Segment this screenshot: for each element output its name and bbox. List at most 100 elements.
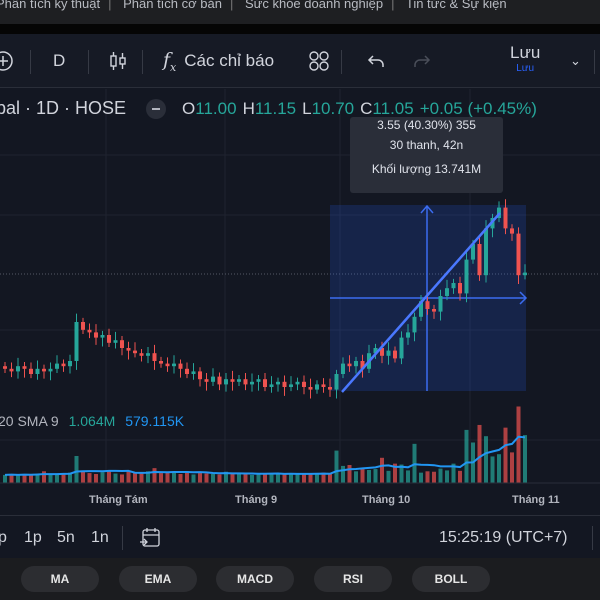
volume-bar (445, 470, 449, 483)
measure-volume: Khối lượng 13.741M (371, 162, 482, 176)
volume-bar (133, 472, 137, 483)
candle (139, 353, 144, 356)
volume-bar (211, 474, 215, 483)
candle (185, 368, 189, 374)
volume-bar (438, 468, 443, 483)
volume-bar (126, 471, 131, 483)
volume-bar (204, 473, 209, 483)
symbol-label[interactable]: bal · 1D · HOSE (0, 98, 126, 119)
volume-bar (198, 473, 202, 483)
candle-type-icon[interactable] (107, 34, 129, 88)
candle (35, 368, 40, 374)
candle (432, 309, 436, 312)
chart-canvas[interactable] (0, 89, 600, 515)
volume-bar (295, 474, 300, 483)
candle (29, 368, 33, 374)
candle (328, 387, 332, 390)
volume-bar (386, 470, 391, 483)
candle (516, 233, 521, 276)
volume-bar (165, 472, 170, 483)
go-to-date-icon[interactable] (138, 526, 162, 555)
volume-bar (152, 468, 157, 483)
range-button[interactable]: 5n (57, 529, 75, 547)
bottom-toolbar: p 1p 5n 1n 15:25:19 (UTC+7) (0, 515, 600, 558)
candle (237, 379, 241, 382)
volume-bar (87, 473, 92, 483)
candle (61, 363, 66, 367)
volume-bar (425, 471, 430, 483)
volume-bar (477, 424, 482, 483)
add-symbol-icon[interactable] (0, 34, 14, 88)
volume-bar (107, 471, 111, 483)
low-value: L10.70 (302, 98, 355, 118)
candle (55, 363, 59, 369)
candle (523, 272, 527, 276)
time-axis-label: Tháng 11 (512, 494, 560, 506)
candle (406, 332, 410, 338)
pill-rsi[interactable]: RSI (314, 566, 392, 592)
volume-sma-label: 20 SMA 9 (0, 413, 59, 429)
interval-button[interactable]: D (53, 34, 65, 88)
range-button[interactable]: p (0, 529, 7, 547)
nav-health[interactable]: Sức khỏe doanh nghiệp (245, 0, 383, 11)
save-button[interactable]: Lưu Lưu (510, 34, 540, 88)
candle (126, 348, 131, 351)
pill-macd[interactable]: MACD (216, 566, 294, 592)
candle (94, 332, 98, 338)
volume-bar (16, 475, 20, 483)
nav-technical[interactable]: Phân tích kỹ thuật (0, 0, 100, 11)
candle (152, 353, 157, 361)
templates-icon[interactable] (308, 34, 330, 88)
candle (412, 316, 417, 333)
nav-news[interactable]: Tin tức & Sự kiện (406, 0, 507, 11)
candle (81, 322, 85, 330)
clock[interactable]: 15:25:19 (UTC+7) (439, 529, 568, 547)
candle (211, 376, 215, 382)
volume-bar (74, 456, 79, 483)
chevron-down-icon[interactable]: ⌄ (570, 34, 581, 88)
function-icon: fx (163, 48, 177, 74)
candle (347, 363, 352, 367)
volume-bar (373, 469, 378, 483)
candle (204, 379, 209, 382)
indicators-button[interactable]: fx Các chỉ báo (163, 34, 274, 88)
candle (178, 363, 183, 369)
volume-bar (276, 474, 280, 483)
volume-bar (328, 474, 332, 483)
volume-bar (510, 452, 514, 483)
candle (9, 368, 14, 372)
candle (243, 379, 248, 385)
redo-icon[interactable] (412, 34, 432, 88)
candle (308, 387, 313, 390)
undo-icon[interactable] (366, 34, 386, 88)
open-value: O11.00 (182, 98, 237, 118)
change-value: +0.05 (+0.45%) (419, 98, 537, 118)
candle (172, 363, 176, 367)
nav-fundamental[interactable]: Phân tích cơ bản (123, 0, 222, 11)
candle (191, 371, 196, 374)
volume-bar (484, 436, 488, 483)
candle (256, 379, 261, 382)
pill-boll[interactable]: BOLL (412, 566, 490, 592)
volume-legend: 20 SMA 9 1.064M 579.115K (0, 413, 184, 429)
candle (399, 337, 404, 359)
candle (120, 340, 124, 348)
price-chart[interactable] (0, 89, 600, 515)
range-button[interactable]: 1n (91, 529, 109, 547)
pill-ema[interactable]: EMA (119, 566, 197, 592)
pill-ma[interactable]: MA (21, 566, 99, 592)
collapse-legend-icon[interactable] (146, 98, 167, 119)
volume-bar (237, 473, 241, 483)
volume-value: 1.064M (68, 413, 116, 429)
volume-bar (341, 465, 345, 483)
range-button[interactable]: 1p (24, 529, 42, 547)
volume-bar (81, 471, 85, 483)
volume-bar (503, 427, 508, 483)
volume-bar (29, 474, 33, 483)
candle (263, 379, 267, 387)
candle (282, 381, 287, 387)
candle (224, 379, 228, 385)
candle (451, 283, 456, 289)
candle (315, 384, 319, 390)
volume-bar (380, 457, 384, 483)
